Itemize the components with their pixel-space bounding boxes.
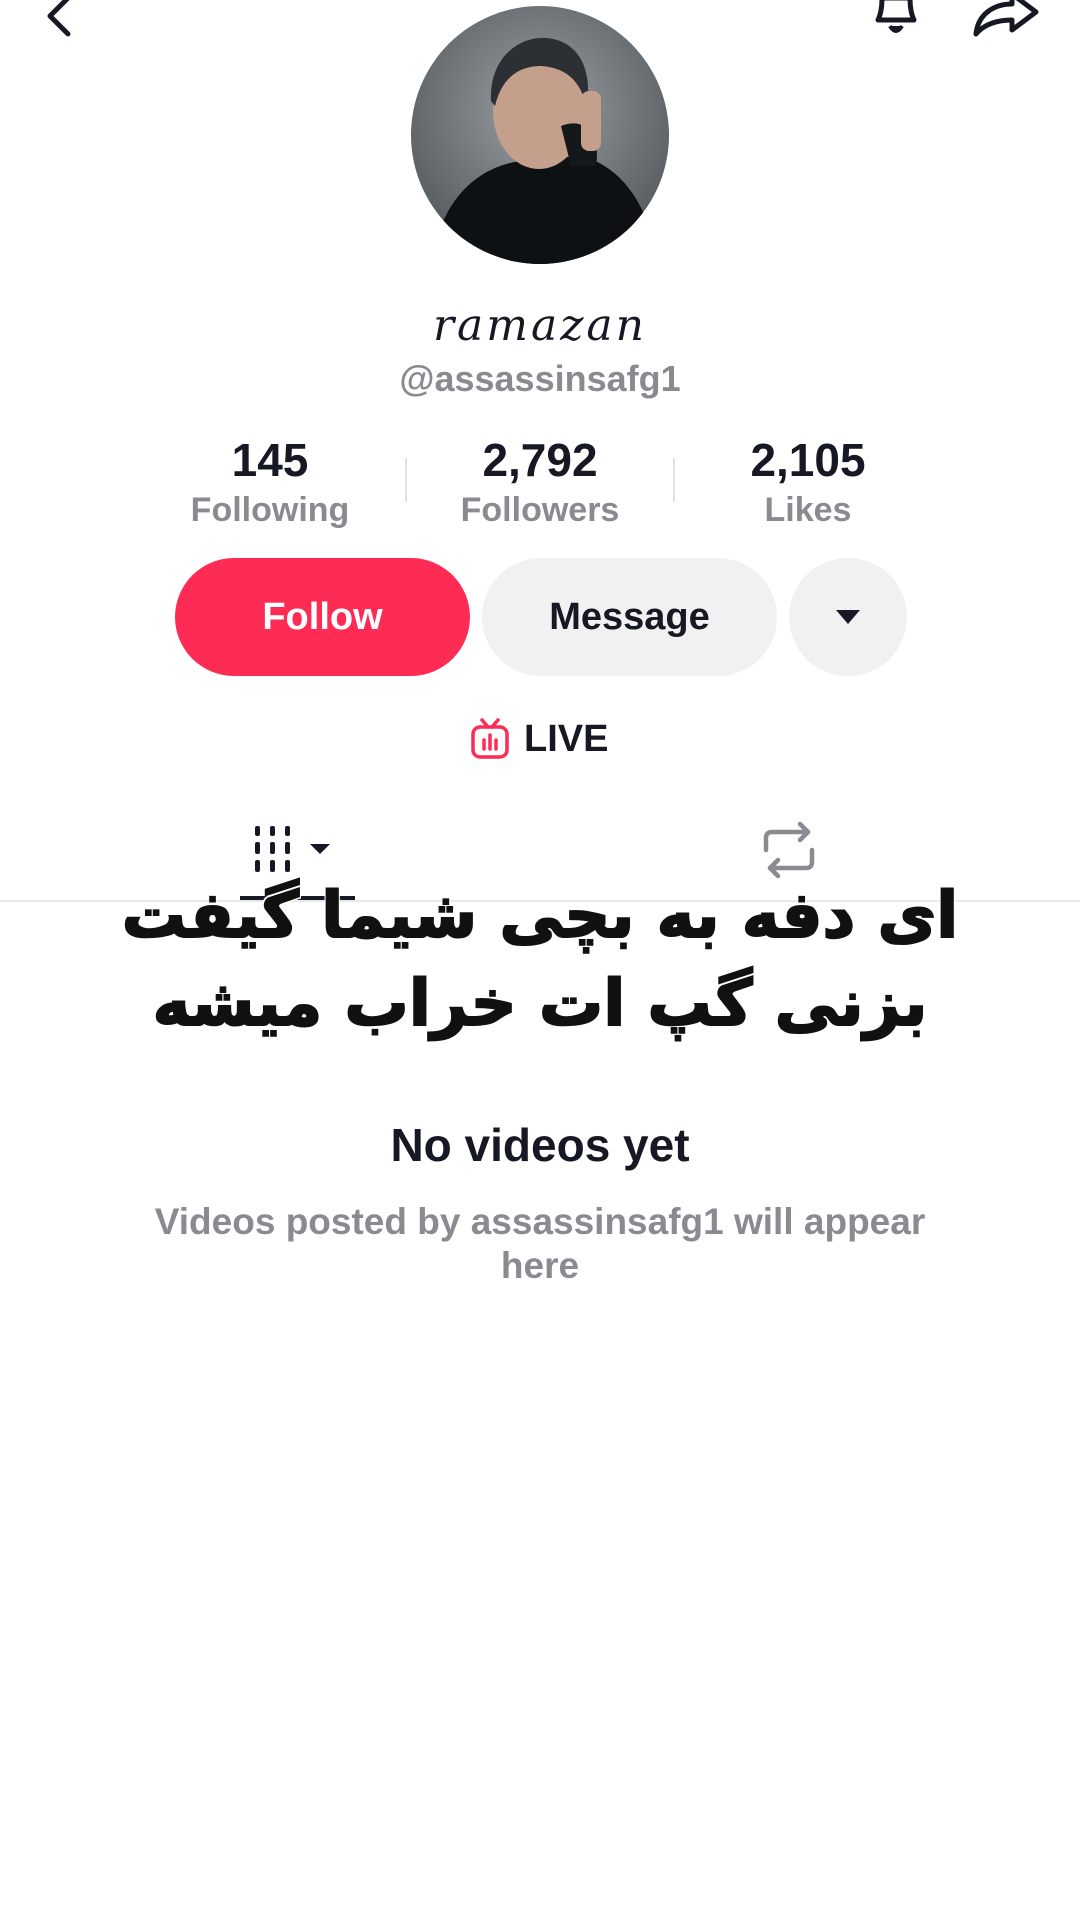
repost-icon (763, 821, 815, 879)
stat-value: 2,792 (482, 434, 598, 486)
stat-divider (405, 458, 407, 502)
live-label: LIVE (524, 717, 609, 760)
stat-followers[interactable]: 2,792 Followers (420, 432, 660, 532)
overlay-caption: ای دفه به بچی شیما گیفت بزنی گپ ات خراب … (121, 878, 959, 1042)
share-arrow-icon (973, 0, 1039, 37)
stat-value: 2,105 (750, 434, 866, 486)
live-tv-icon (471, 718, 509, 759)
profile-stats: 145 Following 2,792 Followers 2,105 Like… (0, 432, 1080, 532)
display-name: ramazan (433, 300, 647, 351)
profile-actions: Follow Message (0, 558, 1080, 676)
stat-label: Likes (764, 491, 852, 529)
notification-bell-button[interactable] (866, 0, 926, 44)
stat-label: Followers (460, 491, 620, 529)
bell-icon (875, 0, 917, 33)
stat-value: 145 (231, 434, 309, 486)
empty-state-title: No videos yet (390, 1119, 690, 1171)
more-options-button[interactable] (789, 558, 907, 676)
caret-down-icon (836, 610, 860, 624)
stat-label: Following (190, 491, 350, 529)
follow-button[interactable]: Follow (175, 558, 470, 676)
avatar-photo (411, 6, 669, 264)
empty-state-description: Videos posted by assassinsafg1 will appe… (154, 1201, 926, 1286)
stat-divider (673, 458, 675, 502)
chevron-left-icon (47, 0, 71, 37)
profile-avatar[interactable] (411, 6, 669, 264)
stat-likes[interactable]: 2,105 Likes (688, 432, 928, 532)
grid-videos-icon (255, 826, 330, 872)
message-button[interactable]: Message (482, 558, 777, 676)
stat-following[interactable]: 145 Following (150, 432, 390, 532)
share-button[interactable] (970, 0, 1042, 44)
username: @assassinsafg1 (399, 358, 681, 399)
live-link[interactable]: LIVE (470, 716, 608, 762)
back-button[interactable] (40, 0, 80, 44)
tab-videos[interactable] (250, 820, 340, 880)
tab-reposts[interactable] (758, 820, 820, 880)
